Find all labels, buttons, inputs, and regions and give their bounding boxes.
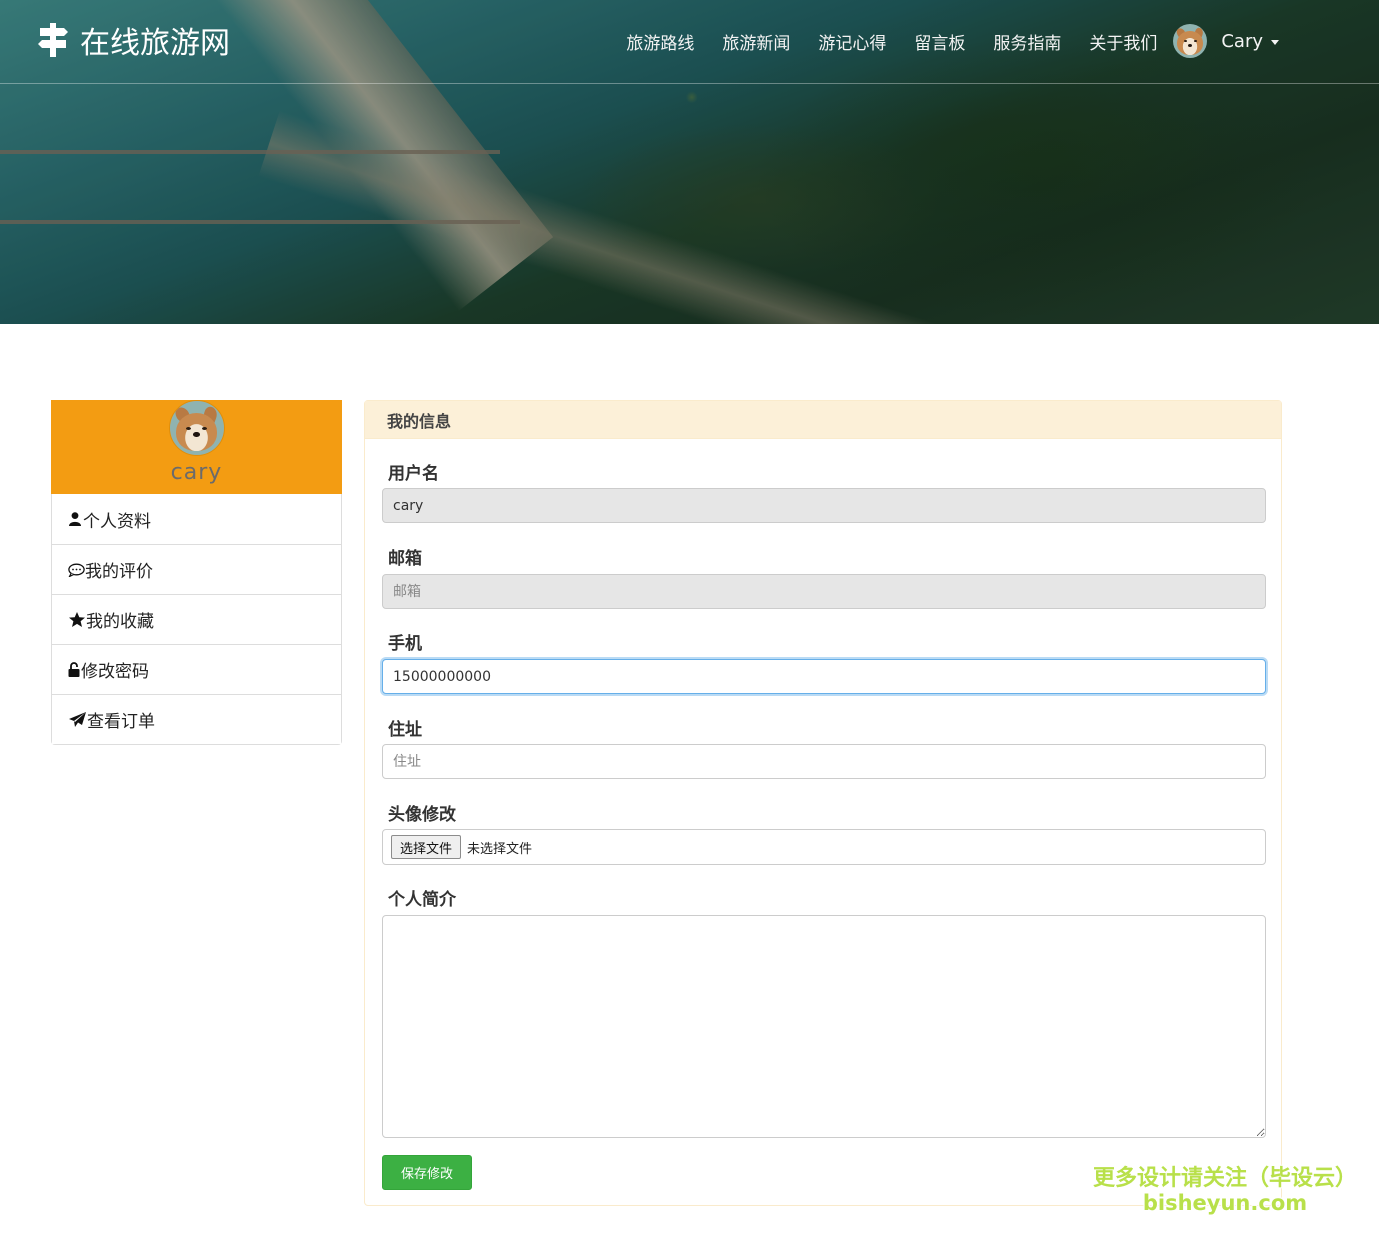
watermark-line-2: bisheyun.com [1142, 1191, 1308, 1216]
file-status: 未选择文件 [467, 841, 533, 857]
signpost-icon [38, 23, 68, 57]
user-icon [68, 511, 82, 527]
sidebar-item-label: 我的收藏 [86, 612, 154, 632]
user-name: Cary [1221, 30, 1263, 52]
nav-link-travelogues[interactable]: 游记心得 [818, 29, 886, 54]
sidebar-item-orders[interactable]: 查看订单 [52, 694, 341, 744]
sidebar-item-label: 修改密码 [81, 662, 149, 682]
sidebar-item-label: 个人资料 [83, 511, 151, 532]
phone-label: 手机 [388, 634, 422, 654]
comment-icon [68, 562, 85, 578]
profile-avatar [168, 400, 225, 456]
address-field[interactable] [382, 744, 1266, 779]
sidebar-item-reviews[interactable]: 我的评价 [52, 544, 341, 594]
site-logo[interactable]: 在线旅游网 [38, 20, 230, 61]
profile-username: cary [170, 460, 223, 485]
nav-link-news[interactable]: 旅游新闻 [722, 29, 790, 54]
watermark-line-1: 更多设计请关注（毕设云） [1092, 1166, 1357, 1191]
panel-title: 我的信息 [365, 401, 1281, 439]
sidebar-item-change-password[interactable]: 修改密码 [52, 644, 341, 694]
nav-link-service-guide[interactable]: 服务指南 [993, 29, 1061, 54]
user-menu-toggle[interactable]: Cary [1173, 24, 1279, 58]
username-label: 用户名 [388, 464, 439, 484]
avatar-file-input: 选择文件 未选择文件 [382, 829, 1266, 865]
sidebar-item-favorites[interactable]: 我的收藏 [52, 594, 341, 644]
lock-icon [68, 662, 80, 678]
avatar-upload-label: 头像修改 [388, 805, 456, 825]
phone-field[interactable] [382, 659, 1266, 694]
save-button[interactable]: 保存修改 [382, 1155, 472, 1190]
nav-link-about-us[interactable]: 关于我们 [1089, 29, 1157, 54]
email-label: 邮箱 [388, 549, 422, 569]
username-field[interactable] [382, 488, 1266, 523]
watermark: 更多设计请关注（毕设云） bisheyun.com [1090, 1166, 1360, 1215]
main-nav: 旅游路线 旅游新闻 游记心得 留言板 服务指南 关于我们 Cary [598, 22, 1279, 60]
address-label: 住址 [388, 720, 422, 740]
email-field[interactable] [382, 574, 1266, 609]
user-avatar [1173, 24, 1208, 58]
caret-down-icon [1271, 39, 1279, 45]
nav-link-message-board[interactable]: 留言板 [914, 29, 965, 54]
sidebar-item-profile[interactable]: 个人资料 [52, 494, 341, 544]
nav-link-routes[interactable]: 旅游路线 [626, 29, 694, 54]
profile-card: cary [51, 400, 342, 494]
choose-file-button[interactable]: 选择文件 [391, 835, 462, 859]
bio-textarea[interactable] [382, 915, 1266, 1138]
hero-banner: 在线旅游网 旅游路线 旅游新闻 游记心得 留言板 服务指南 关于我们 Cary [0, 0, 1379, 324]
my-info-panel: 我的信息 用户名 邮箱 手机 住址 头像修改 选择文件 未选择文件 个人简介 保… [364, 400, 1282, 1206]
sidebar-item-label: 查看订单 [87, 712, 155, 732]
send-icon [68, 712, 86, 728]
dog-avatar-image [1173, 24, 1208, 58]
profile-menu: 个人资料 我的评价 我的收藏 修改密码 查看订单 [51, 494, 342, 745]
sidebar-item-label: 我的评价 [85, 562, 153, 582]
dog-avatar-image [169, 401, 224, 455]
bio-label: 个人简介 [388, 890, 456, 910]
site-title: 在线旅游网 [80, 26, 230, 61]
top-navbar: 在线旅游网 旅游路线 旅游新闻 游记心得 留言板 服务指南 关于我们 Cary [0, 0, 1379, 84]
star-icon [68, 612, 85, 628]
profile-sidebar: cary 个人资料 我的评价 我的收藏 修改密码 查看订单 [51, 400, 342, 745]
